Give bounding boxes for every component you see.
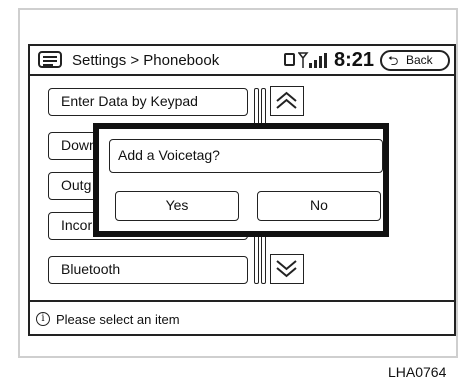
list-item-label: Incor: [61, 217, 93, 233]
chevron-down-icon: [276, 260, 297, 278]
page-title: Settings > Phonebook: [72, 52, 220, 69]
back-button[interactable]: ⮌ Back: [380, 50, 450, 71]
phone-icon: [284, 53, 295, 66]
back-label: Back: [406, 53, 433, 67]
voicetag-dialog: Add a Voicetag? Yes No: [93, 123, 389, 237]
list-item-label: Enter Data by Keypad: [61, 93, 198, 109]
scroll-down-button[interactable]: [270, 254, 304, 284]
status-bar: i Please select an item: [30, 300, 454, 334]
status-message: Please select an item: [56, 312, 180, 327]
list-item-bluetooth[interactable]: Bluetooth: [48, 256, 248, 284]
list-item-label: Outg: [61, 177, 92, 193]
list-item-label: Bluetooth: [61, 261, 121, 277]
figure-code: LHA0764: [388, 364, 447, 380]
chevron-up-icon: [276, 91, 297, 109]
info-icon: i: [36, 312, 50, 326]
signal-strength-icon: [298, 52, 327, 68]
clock: 8:21: [334, 49, 375, 71]
list-item-enter-data-by-keypad[interactable]: Enter Data by Keypad: [48, 88, 248, 116]
list-item-label: Down: [61, 137, 97, 153]
scroll-up-button[interactable]: [270, 86, 304, 116]
back-arrow-icon: ⮌: [388, 53, 399, 68]
keyboard-icon: [38, 51, 62, 68]
header-bar: Settings > Phonebook 8:21 ⮌ Back: [30, 46, 454, 76]
no-button[interactable]: No: [257, 191, 381, 221]
dialog-message: Add a Voicetag?: [109, 139, 383, 173]
yes-button[interactable]: Yes: [115, 191, 239, 221]
